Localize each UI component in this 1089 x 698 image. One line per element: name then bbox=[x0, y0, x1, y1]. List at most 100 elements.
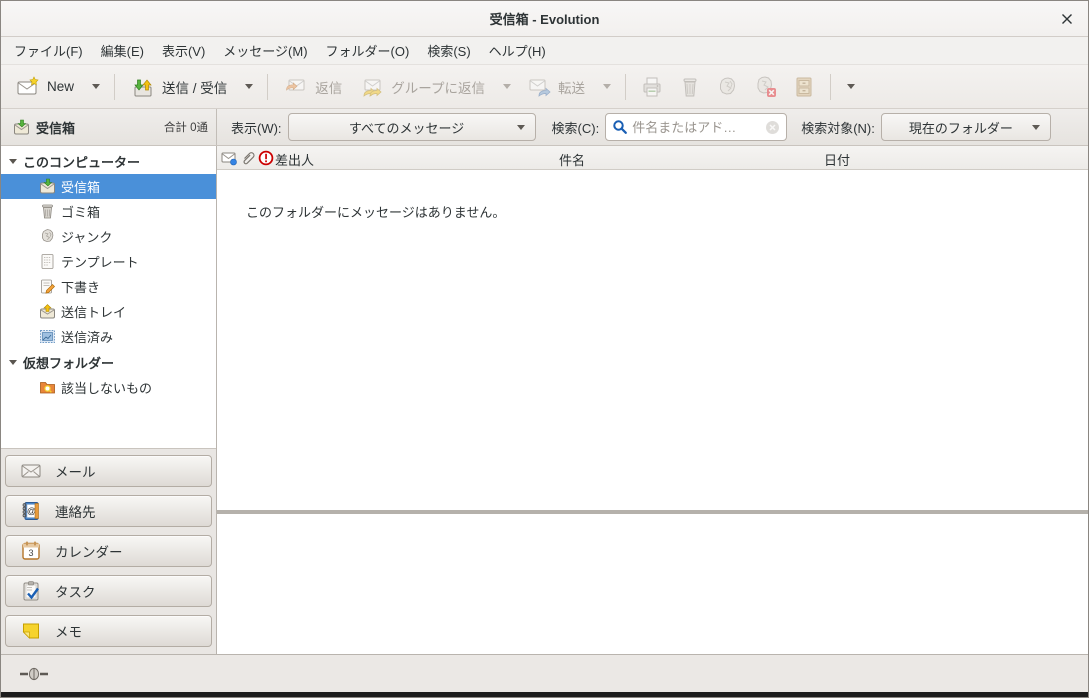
column-from[interactable]: 差出人 bbox=[275, 150, 314, 169]
forward-icon bbox=[527, 75, 551, 99]
switcher-tasks-button[interactable]: タスク bbox=[5, 575, 212, 607]
switcher-memos-button[interactable]: メモ bbox=[5, 615, 212, 647]
print-button[interactable] bbox=[633, 70, 671, 104]
menu-search[interactable]: 検索(S) bbox=[418, 37, 479, 64]
sent-icon bbox=[39, 328, 56, 345]
folder-sent[interactable]: 送信済み bbox=[1, 324, 216, 349]
folder-inbox[interactable]: 受信箱 bbox=[1, 174, 216, 199]
tree-group-label: 仮想フォルダー bbox=[23, 353, 114, 372]
view-filter-dropdown[interactable]: すべてのメッセージ bbox=[288, 113, 536, 141]
trash-icon bbox=[678, 75, 702, 99]
menu-message[interactable]: メッセージ(M) bbox=[214, 37, 316, 64]
new-message-dropdown[interactable] bbox=[83, 70, 107, 104]
menu-folder[interactable]: フォルダー(O) bbox=[317, 37, 419, 64]
folder-label: 送信トレイ bbox=[61, 302, 126, 321]
online-plug-icon bbox=[19, 666, 49, 682]
folder-tree: このコンピューター 受信箱 ゴミ箱 ジャンク テンプレート bbox=[1, 146, 216, 448]
expander-icon[interactable] bbox=[9, 360, 17, 365]
reply-button[interactable]: 返信 bbox=[275, 70, 351, 104]
outbox-icon bbox=[39, 303, 56, 320]
online-status-button[interactable] bbox=[17, 661, 51, 687]
toolbar-separator bbox=[625, 74, 626, 100]
tree-group-label: このコンピューター bbox=[23, 152, 140, 171]
menu-edit[interactable]: 編集(E) bbox=[92, 37, 153, 64]
attachment-column-icon[interactable] bbox=[240, 150, 256, 166]
preview-pane bbox=[217, 514, 1088, 654]
title-bar: 受信箱 - Evolution bbox=[1, 1, 1088, 37]
folder-label: ジャンク bbox=[61, 227, 112, 246]
forward-label: 転送 bbox=[558, 77, 585, 97]
switcher-label: 連絡先 bbox=[55, 501, 96, 521]
not-junk-button[interactable] bbox=[747, 70, 785, 104]
chevron-down-icon bbox=[503, 84, 511, 89]
tree-group-this-computer[interactable]: このコンピューター bbox=[1, 148, 216, 174]
reply-label: 返信 bbox=[315, 77, 342, 97]
forward-dropdown[interactable] bbox=[594, 70, 618, 104]
chevron-down-icon bbox=[92, 84, 100, 89]
search-scope-dropdown[interactable]: 現在のフォルダー bbox=[881, 113, 1051, 141]
menu-help[interactable]: ヘルプ(H) bbox=[480, 37, 555, 64]
main-toolbar: New 送信 / 受信 返信 グループに返信 転送 bbox=[1, 65, 1088, 109]
chevron-down-icon bbox=[517, 125, 525, 130]
send-receive-dropdown[interactable] bbox=[236, 70, 260, 104]
mail-pane: 差出人 件名 日付 このフォルダーにメッセージはありません。 bbox=[217, 146, 1088, 654]
folder-label: ゴミ箱 bbox=[61, 202, 100, 221]
toolbar-separator bbox=[267, 74, 268, 100]
folder-label: テンプレート bbox=[61, 252, 139, 271]
printer-icon bbox=[640, 75, 664, 99]
search-folder-icon bbox=[39, 379, 56, 396]
folder-label: 該当しないもの bbox=[61, 378, 152, 397]
column-subject[interactable]: 件名 bbox=[559, 150, 585, 169]
memo-icon bbox=[20, 620, 42, 642]
close-button[interactable] bbox=[1056, 8, 1078, 30]
switcher-mail-button[interactable]: メール bbox=[5, 455, 212, 487]
clear-search-icon[interactable] bbox=[765, 120, 780, 135]
reply-icon bbox=[284, 75, 308, 99]
archive-button[interactable] bbox=[785, 70, 823, 104]
folder-label: 送信済み bbox=[61, 327, 113, 346]
group-reply-button[interactable]: グループに返信 bbox=[351, 70, 494, 104]
chevron-down-icon bbox=[603, 84, 611, 89]
message-list-header: 差出人 件名 日付 bbox=[217, 146, 1088, 170]
calendar-icon: 3 bbox=[20, 540, 42, 562]
menu-bar: ファイル(F) 編集(E) 表示(V) メッセージ(M) フォルダー(O) 検索… bbox=[1, 37, 1088, 65]
priority-column-icon[interactable] bbox=[258, 150, 274, 166]
folder-templates[interactable]: テンプレート bbox=[1, 249, 216, 274]
expander-icon[interactable] bbox=[9, 159, 17, 164]
switcher-calendar-button[interactable]: 3 カレンダー bbox=[5, 535, 212, 567]
folder-unmatched[interactable]: 該当しないもの bbox=[1, 375, 216, 400]
folder-junk[interactable]: ジャンク bbox=[1, 224, 216, 249]
junk-icon bbox=[39, 228, 56, 245]
new-message-button[interactable]: New bbox=[7, 70, 83, 104]
menu-view[interactable]: 表示(V) bbox=[153, 37, 214, 64]
forward-button[interactable]: 転送 bbox=[518, 70, 594, 104]
inbox-icon bbox=[13, 119, 30, 136]
toolbar-separator bbox=[830, 74, 831, 100]
delete-button[interactable] bbox=[671, 70, 709, 104]
toolbar-overflow-dropdown[interactable] bbox=[838, 70, 862, 104]
send-receive-icon bbox=[131, 75, 155, 99]
template-icon bbox=[39, 253, 56, 270]
read-status-column-icon[interactable] bbox=[221, 150, 237, 166]
chevron-down-icon bbox=[1032, 125, 1040, 130]
switcher-contacts-button[interactable]: @ 連絡先 bbox=[5, 495, 212, 527]
search-input[interactable] bbox=[632, 120, 761, 135]
folder-outbox[interactable]: 送信トレイ bbox=[1, 299, 216, 324]
folder-sidebar: このコンピューター 受信箱 ゴミ箱 ジャンク テンプレート bbox=[1, 146, 217, 654]
svg-text:@: @ bbox=[27, 506, 36, 516]
send-receive-button[interactable]: 送信 / 受信 bbox=[122, 70, 236, 104]
folder-trash[interactable]: ゴミ箱 bbox=[1, 199, 216, 224]
window-body: このコンピューター 受信箱 ゴミ箱 ジャンク テンプレート bbox=[1, 146, 1088, 654]
folder-label: 下書き bbox=[61, 277, 100, 296]
toolbar-separator bbox=[114, 74, 115, 100]
filter-controls: 表示(W): すべてのメッセージ 検索(C): 検索対象(N): 現在のフォルダ… bbox=[217, 113, 1088, 141]
send-receive-label: 送信 / 受信 bbox=[162, 77, 227, 97]
junk-button[interactable] bbox=[709, 70, 747, 104]
close-icon bbox=[1061, 13, 1073, 25]
tree-group-search-folders[interactable]: 仮想フォルダー bbox=[1, 349, 216, 375]
column-date[interactable]: 日付 bbox=[824, 150, 850, 169]
folder-drafts[interactable]: 下書き bbox=[1, 274, 216, 299]
menu-file[interactable]: ファイル(F) bbox=[5, 37, 92, 64]
group-reply-dropdown[interactable] bbox=[494, 70, 518, 104]
message-list[interactable]: このフォルダーにメッセージはありません。 bbox=[217, 170, 1088, 510]
